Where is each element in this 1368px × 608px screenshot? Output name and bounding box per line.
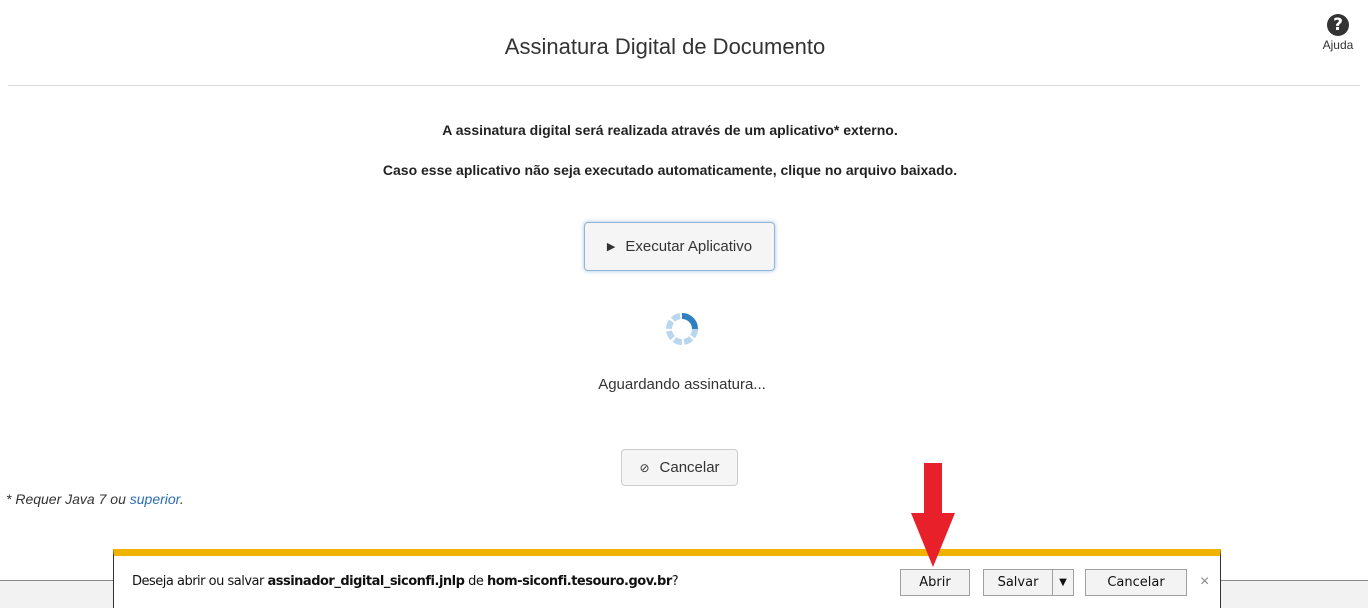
ban-icon: ⊘	[639, 460, 650, 475]
java-requirement-note: * Requer Java 7 ou superior.	[6, 491, 184, 507]
download-prompt-suffix: ?	[671, 574, 679, 589]
open-file-button[interactable]: Abrir	[900, 569, 970, 596]
footnote-prefix: * Requer Java 7 ou	[6, 491, 130, 507]
red-arrow-annotation-icon	[911, 463, 955, 567]
info-message-2: Caso esse aplicativo não seja executado …	[382, 162, 958, 178]
download-domain: hom-siconfi.tesouro.gov.br	[486, 574, 672, 589]
download-prompt: Deseja abrir ou salvar assinador_digital…	[132, 574, 679, 589]
info-message-1: A assinatura digital será realizada atra…	[442, 122, 898, 138]
cancel-signature-label: Cancelar	[659, 459, 720, 476]
chevron-down-icon: ▼	[1059, 577, 1067, 588]
play-icon: ▶	[606, 241, 616, 253]
question-circle-icon: ?	[1327, 14, 1349, 36]
header-divider	[8, 85, 1360, 86]
close-icon[interactable]: ×	[1200, 573, 1209, 591]
download-notification-bar: Deseja abrir ou salvar assinador_digital…	[113, 549, 1221, 608]
waiting-status-text: Aguardando assinatura...	[598, 376, 766, 393]
execute-app-button[interactable]: ▶ Executar Aplicativo	[584, 222, 775, 271]
download-prompt-middle: de	[464, 574, 487, 589]
help-button[interactable]: ? Ajuda	[1318, 14, 1358, 52]
superior-link[interactable]: superior	[130, 491, 180, 507]
loading-spinner-icon	[666, 313, 698, 345]
help-label: Ajuda	[1322, 38, 1354, 52]
execute-app-label: Executar Aplicativo	[625, 238, 753, 255]
cancel-download-button[interactable]: Cancelar	[1085, 569, 1187, 596]
save-options-dropdown[interactable]: ▼	[1052, 569, 1074, 596]
footnote-suffix: .	[179, 491, 184, 507]
cancel-signature-button[interactable]: ⊘ Cancelar	[621, 449, 738, 486]
page-title: Assinatura Digital de Documento	[504, 34, 826, 59]
download-prompt-prefix: Deseja abrir ou salvar	[132, 574, 268, 589]
save-file-button[interactable]: Salvar	[983, 569, 1052, 596]
download-filename: assinador_digital_siconfi.jnlp	[267, 574, 465, 589]
